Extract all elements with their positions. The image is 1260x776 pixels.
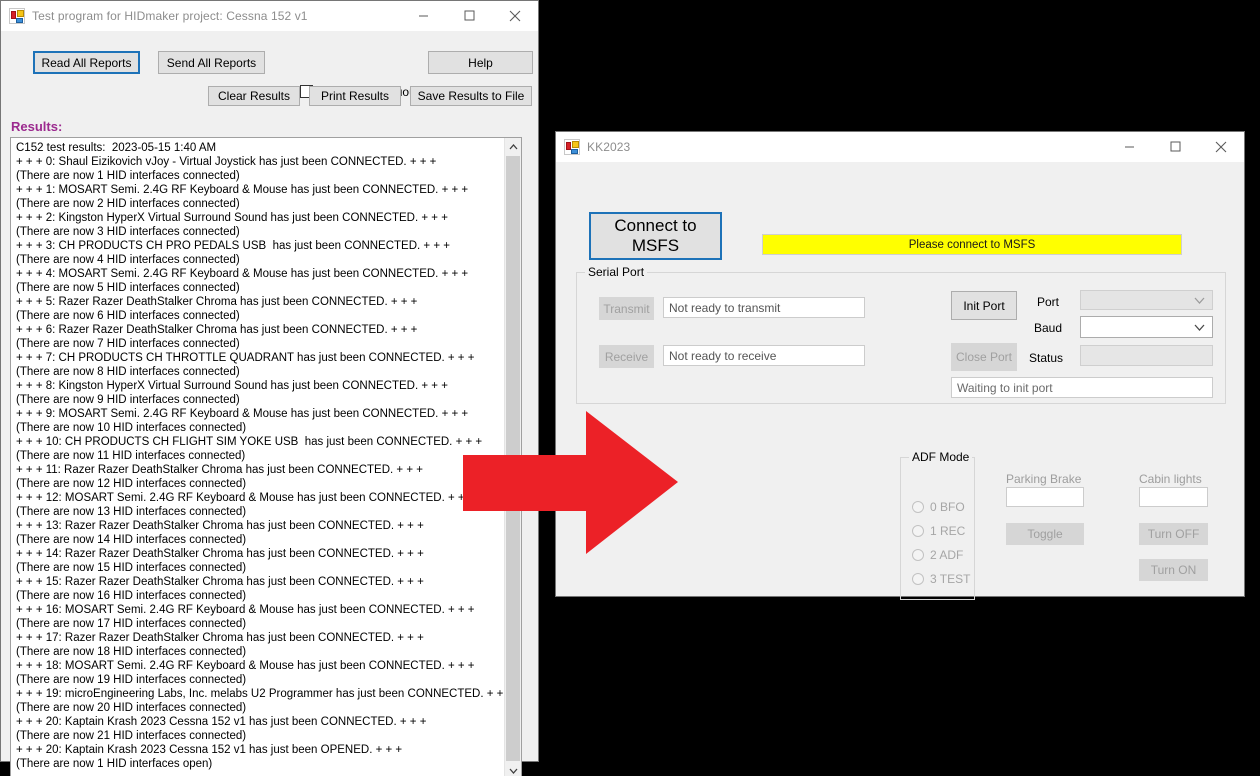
- parking-brake-toggle-button[interactable]: Toggle: [1006, 523, 1084, 545]
- print-results-button[interactable]: Print Results: [309, 86, 401, 106]
- vs-form-icon: [564, 138, 580, 155]
- maximize-icon[interactable]: [446, 1, 492, 31]
- chevron-down-icon: [1194, 318, 1205, 336]
- save-results-to-file-button[interactable]: Save Results to File: [410, 86, 532, 106]
- help-button[interactable]: Help: [428, 51, 533, 74]
- adf-mode-option-1[interactable]: 1 REC: [912, 524, 965, 538]
- window2-title: KK2023: [587, 139, 631, 154]
- screen: Test program for HIDmaker project: Cessn…: [0, 0, 1260, 776]
- receive-status-field[interactable]: Not ready to receive: [663, 345, 865, 366]
- adf-mode-option-2[interactable]: 2 ADF: [912, 548, 963, 562]
- scroll-up-icon[interactable]: [505, 138, 521, 155]
- radio-icon: [912, 525, 924, 537]
- port-select[interactable]: [1080, 290, 1213, 310]
- adf-mode-option-label: 1 REC: [930, 524, 966, 538]
- adf-mode-option-label: 3 TEST: [930, 572, 971, 586]
- radio-icon: [912, 501, 924, 513]
- send-all-reports-button[interactable]: Send All Reports: [158, 51, 265, 74]
- connect-to-msfs-button[interactable]: Connect to MSFS: [589, 212, 722, 260]
- scroll-down-icon[interactable]: [505, 762, 521, 776]
- radio-icon: [912, 549, 924, 561]
- port-label: Port: [1037, 295, 1060, 309]
- cabin-lights-turn-off-button[interactable]: Turn OFF: [1139, 523, 1208, 545]
- chevron-down-icon: [1194, 291, 1205, 309]
- transmit-button[interactable]: Transmit: [599, 297, 654, 320]
- close-icon[interactable]: [1198, 132, 1244, 162]
- cabin-lights-field[interactable]: [1139, 487, 1208, 507]
- minimize-icon[interactable]: [400, 1, 446, 31]
- transmit-status-field[interactable]: Not ready to transmit: [663, 297, 865, 318]
- results-label: Results:: [11, 119, 63, 134]
- radio-icon: [912, 573, 924, 585]
- adf-mode-option-label: 0 BFO: [930, 500, 965, 514]
- status-field: [1080, 345, 1213, 366]
- read-all-reports-button[interactable]: Read All Reports: [33, 51, 140, 74]
- baud-select[interactable]: [1080, 316, 1213, 338]
- window1-titlebar[interactable]: Test program for HIDmaker project: Cessn…: [1, 1, 538, 31]
- hidmaker-test-window: Test program for HIDmaker project: Cessn…: [0, 0, 539, 776]
- baud-label: Baud: [1034, 321, 1063, 335]
- window1-title: Test program for HIDmaker project: Cessn…: [32, 8, 308, 23]
- receive-button[interactable]: Receive: [599, 345, 654, 368]
- parking-brake-field[interactable]: [1006, 487, 1084, 507]
- minimize-icon[interactable]: [1106, 132, 1152, 162]
- cabin-lights-turn-on-button[interactable]: Turn ON: [1139, 559, 1208, 581]
- init-port-button[interactable]: Init Port: [951, 291, 1017, 320]
- vs-form-icon: [9, 7, 25, 24]
- window2-titlebar[interactable]: KK2023: [556, 132, 1244, 162]
- status-label: Status: [1029, 351, 1064, 365]
- serial-port-message-field[interactable]: Waiting to init port: [951, 377, 1213, 398]
- results-text: C152 test results: 2023-05-15 1:40 AM + …: [16, 142, 513, 770]
- adf-mode-option-label: 2 ADF: [930, 548, 964, 562]
- adf-mode-option-0[interactable]: 0 BFO: [912, 500, 965, 514]
- maximize-icon[interactable]: [1152, 132, 1198, 162]
- window2-caption-buttons: [1106, 132, 1244, 162]
- adf-mode-group-label: ADF Mode: [909, 450, 973, 464]
- window1-body: Read All Reports Send All Reports Update…: [1, 31, 538, 776]
- adf-mode-group: ADF Mode 0 BFO 1 REC 2 ADF 3 TEST: [900, 450, 975, 600]
- serial-port-group-label: Serial Port: [585, 265, 648, 279]
- clear-results-button[interactable]: Clear Results: [208, 86, 300, 106]
- parking-brake-label: Parking Brake: [1006, 472, 1082, 486]
- close-icon[interactable]: [492, 1, 538, 31]
- msfs-status-banner: Please connect to MSFS: [762, 234, 1182, 255]
- close-port-button[interactable]: Close Port: [951, 343, 1017, 371]
- serial-port-group: Serial Port Transmit Not ready to transm…: [576, 265, 1226, 404]
- window1-caption-buttons: [400, 1, 538, 31]
- cabin-lights-label: Cabin lights: [1139, 472, 1202, 486]
- adf-mode-option-3[interactable]: 3 TEST: [912, 572, 970, 586]
- results-textbox[interactable]: C152 test results: 2023-05-15 1:40 AM + …: [10, 137, 522, 776]
- red-right-arrow: [463, 411, 678, 554]
